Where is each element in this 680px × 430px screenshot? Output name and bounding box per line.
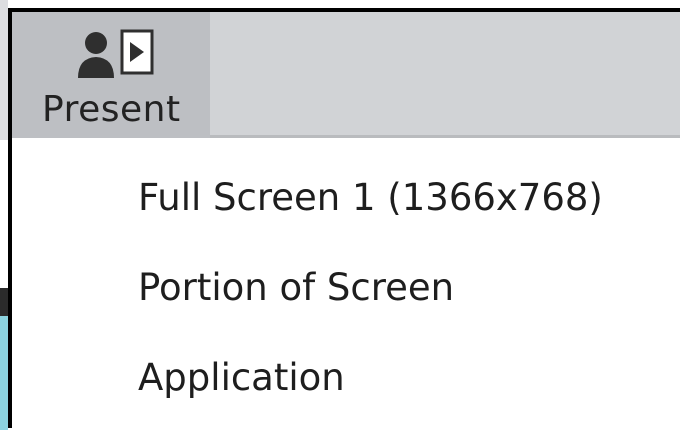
present-button[interactable]: Present (12, 12, 210, 138)
background-window-edge (0, 288, 8, 316)
present-dropdown-menu: Full Screen 1 (1366x768) Portion of Scre… (12, 142, 680, 428)
present-dropdown-screenshot: Present Full Screen 1 (1366x768) Portion… (0, 0, 680, 430)
toolbar: Present (12, 12, 680, 138)
menu-item-full-screen[interactable]: Full Screen 1 (1366x768) (138, 174, 603, 222)
menu-item-portion-of-screen[interactable]: Portion of Screen (138, 264, 454, 312)
background-window-edge (0, 0, 8, 140)
present-icon (78, 29, 154, 78)
present-menu-panel: Present Full Screen 1 (1366x768) Portion… (8, 8, 680, 428)
background-window-edge (0, 140, 8, 288)
menu-item-application[interactable]: Application (138, 354, 345, 402)
background-window-edge (0, 316, 8, 430)
present-label: Present (42, 89, 181, 130)
